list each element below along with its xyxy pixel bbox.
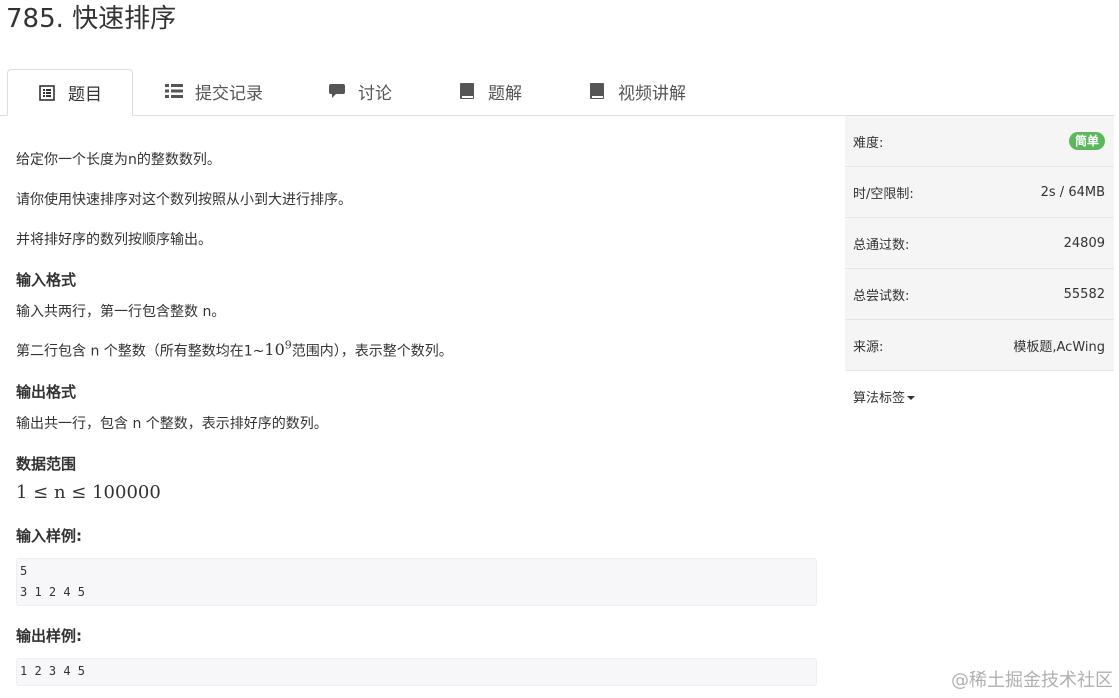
data-range-heading: 数据范围 [16,455,77,473]
code-line: 5 [20,564,28,578]
output-format-heading: 输出格式 [16,383,77,401]
tab-label: 题目 [68,85,102,105]
problem-paragraph: 请你使用快速排序对这个数列按照从小到大进行排序。 [16,192,352,208]
code-line: 3 1 2 4 5 [20,585,86,599]
source-value: 模板题,AcWing [1013,339,1105,355]
input-format-line: 第二行包含 n 个整数（所有整数均在1~109范围内），表示整个数列。 [16,339,453,360]
list-alt-icon [38,84,56,102]
data-range-math: 1 ≤ n ≤ 100000 [16,482,161,503]
book-icon [458,82,476,100]
problem-paragraph: 给定你一个长度为n的整数数列。 [16,152,221,168]
input-format-line: 输入共两行，第一行包含整数 n。 [16,304,226,320]
passed-value: 24809 [1063,235,1105,251]
tried-row: 总尝试数: 55582 [845,269,1114,320]
book-icon [588,82,606,100]
tab-video[interactable]: 视频讲解 [588,69,686,113]
source-row: 来源: 模板题,AcWing [845,320,1114,371]
algorithm-tags-dropdown[interactable]: 算法标签 [853,387,916,406]
sample-output-block: 1 2 3 4 5 [16,658,817,686]
tab-problem[interactable]: 题目 [7,69,133,116]
sample-input-block: 5 3 1 2 4 5 [16,558,817,606]
sample-input-heading: 输入样例: [16,527,82,545]
list-icon [165,82,183,100]
caret-down-icon [907,396,916,400]
tried-value: 55582 [1063,286,1105,302]
passed-label: 总通过数: [853,237,910,253]
tab-discussion[interactable]: 讨论 [328,69,392,113]
tab-submissions[interactable]: 提交记录 [165,69,263,113]
output-format-line: 输出共一行，包含 n 个整数，表示排好序的数列。 [16,416,328,432]
limit-row: 时/空限制: 2s / 64MB [845,167,1114,218]
difficulty-badge: 简单 [1068,132,1105,150]
limit-value: 2s / 64MB [1040,184,1105,200]
page-title: 785. 快速排序 [6,4,177,34]
passed-row: 总通过数: 24809 [845,218,1114,269]
tab-label: 题解 [488,83,522,104]
input-format-heading: 输入格式 [16,271,77,289]
comment-icon [328,82,346,100]
difficulty-row: 难度: 简单 [845,116,1114,167]
math-expression: 109 [264,339,292,360]
tab-label: 提交记录 [195,83,263,104]
text-segment: 第二行包含 n 个整数（所有整数均在1~ [16,343,265,360]
tab-solutions[interactable]: 题解 [458,69,522,113]
math-base: 10 [264,340,285,360]
math-exponent: 9 [284,339,292,352]
tab-label: 视频讲解 [618,83,686,104]
tab-bar: 题目 提交记录 讨论 题解 视频讲解 [0,69,1115,116]
algorithm-tags-toggle[interactable]: 算法标签 [845,371,1114,421]
tried-label: 总尝试数: [853,288,910,304]
watermark: @稀土掘金技术社区 [951,670,1113,691]
source-label: 来源: [853,339,884,355]
problem-paragraph: 并将排好序的数列按顺序输出。 [16,232,212,248]
limit-label: 时/空限制: [853,186,914,202]
problem-info-panel: 难度: 简单 时/空限制: 2s / 64MB 总通过数: 24809 总尝试数… [845,116,1114,421]
text-segment: 范围内），表示整个数列。 [291,343,453,360]
algorithm-tags-label: 算法标签 [853,390,906,406]
difficulty-label: 难度: [853,135,884,151]
code-line: 1 2 3 4 5 [20,664,86,678]
sample-output-heading: 输出样例: [16,627,82,645]
tab-label: 讨论 [358,83,392,104]
